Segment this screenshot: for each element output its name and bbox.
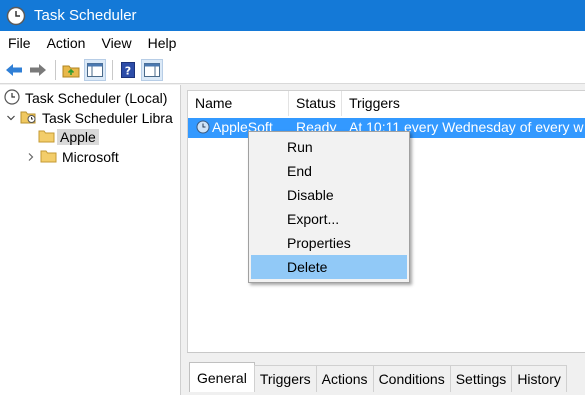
context-menu-run[interactable]: Run bbox=[251, 135, 407, 159]
column-header-status[interactable]: Status bbox=[289, 91, 342, 116]
chevron-right-icon[interactable] bbox=[25, 151, 37, 163]
context-menu-end[interactable]: End bbox=[251, 159, 407, 183]
detail-pane: General Triggers Actions Conditions Sett… bbox=[187, 352, 585, 395]
tree-item-label: Apple bbox=[57, 129, 99, 145]
context-menu: Run End Disable Export... Properties Del… bbox=[248, 131, 410, 283]
window-title: Task Scheduler bbox=[34, 7, 137, 24]
toolbar-separator bbox=[55, 59, 56, 80]
show-hide-console-tree-icon[interactable] bbox=[84, 58, 106, 81]
tree-item-label: Task Scheduler Libra bbox=[42, 110, 173, 126]
tab-history[interactable]: History bbox=[511, 365, 567, 392]
show-hide-action-pane-icon[interactable] bbox=[141, 58, 163, 81]
svg-text:?: ? bbox=[125, 64, 131, 77]
tree-item-label: Task Scheduler (Local) bbox=[25, 90, 168, 106]
menu-bar: File Action View Help bbox=[0, 31, 585, 56]
folder-icon bbox=[38, 129, 55, 146]
help-icon[interactable]: ? bbox=[117, 59, 139, 81]
tab-actions[interactable]: Actions bbox=[315, 365, 374, 392]
tree-item-root[interactable]: Task Scheduler (Local) bbox=[4, 88, 167, 108]
task-clock-icon bbox=[196, 120, 210, 137]
back-icon[interactable] bbox=[3, 59, 25, 81]
column-header-triggers[interactable]: Triggers bbox=[342, 91, 585, 116]
column-header-name[interactable]: Name bbox=[188, 91, 289, 116]
toolbar-separator bbox=[112, 59, 113, 80]
clock-app-icon bbox=[6, 6, 26, 26]
tree-item-label: Microsoft bbox=[62, 149, 119, 165]
chevron-down-icon[interactable] bbox=[5, 112, 17, 124]
scheduler-folder-icon bbox=[20, 109, 37, 127]
context-menu-delete[interactable]: Delete bbox=[251, 255, 407, 279]
tree-item-apple[interactable]: Apple bbox=[38, 127, 99, 147]
console-tree: Task Scheduler (Local) Task Scheduler Li… bbox=[0, 85, 181, 395]
detail-tabs: General Triggers Actions Conditions Sett… bbox=[189, 362, 567, 392]
tab-triggers[interactable]: Triggers bbox=[253, 365, 317, 392]
clock-icon bbox=[4, 88, 20, 108]
context-menu-export[interactable]: Export... bbox=[251, 207, 407, 231]
tab-conditions[interactable]: Conditions bbox=[372, 365, 451, 392]
menu-action[interactable]: Action bbox=[39, 31, 94, 56]
tree-item-library[interactable]: Task Scheduler Libra bbox=[5, 108, 173, 128]
forward-icon[interactable] bbox=[27, 59, 49, 81]
menu-file[interactable]: File bbox=[0, 31, 39, 56]
menu-view[interactable]: View bbox=[93, 31, 139, 56]
tree-item-microsoft[interactable]: Microsoft bbox=[25, 147, 119, 167]
title-bar: Task Scheduler bbox=[0, 0, 585, 31]
context-menu-disable[interactable]: Disable bbox=[251, 183, 407, 207]
toolbar: ? bbox=[0, 56, 585, 84]
up-folder-icon[interactable] bbox=[60, 59, 82, 81]
tab-settings[interactable]: Settings bbox=[449, 365, 513, 392]
tab-general[interactable]: General bbox=[189, 362, 255, 392]
folder-icon bbox=[40, 149, 57, 166]
menu-help[interactable]: Help bbox=[140, 31, 185, 56]
context-menu-properties[interactable]: Properties bbox=[251, 231, 407, 255]
